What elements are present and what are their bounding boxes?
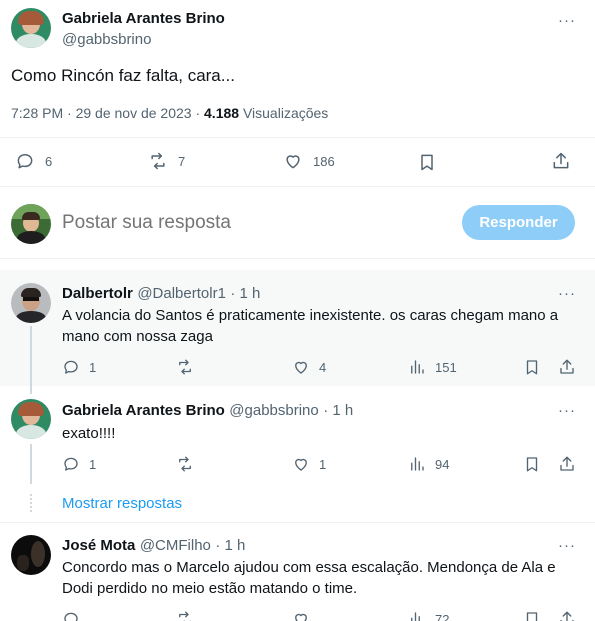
reply-count: 1: [89, 456, 97, 472]
thread-line: [30, 444, 32, 484]
reply-3-actions: 72: [0, 606, 595, 621]
show-replies-link[interactable]: Mostrar respostas: [62, 495, 182, 512]
divider: [0, 186, 595, 187]
repost-icon[interactable]: [176, 455, 194, 473]
like-count: 4: [319, 359, 327, 375]
more-options-icon[interactable]: ···: [558, 402, 576, 419]
divider: [0, 522, 595, 523]
bookmark-icon[interactable]: [523, 358, 541, 376]
heart-icon[interactable]: [292, 610, 310, 621]
post-timestamp[interactable]: 7:28 PM · 29 de nov de 2023 ·: [11, 105, 204, 121]
reply-1-like-action[interactable]: 4: [292, 358, 326, 376]
views-icon: [411, 360, 424, 374]
reply-2-text: exato!!!!: [62, 425, 116, 442]
thread-line: [30, 326, 32, 394]
divider: [0, 137, 595, 138]
reply-icon: [17, 154, 33, 169]
repost-action[interactable]: 7: [148, 151, 185, 171]
reply-icon[interactable]: [62, 610, 80, 621]
reply-3-handle[interactable]: @CMFilho: [140, 537, 211, 554]
author-handle[interactable]: @gabbsbrino: [62, 31, 151, 48]
views-icon: [411, 457, 424, 471]
reply-1-handle[interactable]: @Dalbertolr1: [137, 285, 226, 302]
reply-3-header: José Mota @CMFilho · 1 h: [62, 537, 245, 555]
reply-1-avatar[interactable]: [11, 283, 51, 323]
reply-icon: [64, 360, 78, 374]
reply-count: 6: [45, 153, 53, 169]
post-text: Como Rincón faz falta, cara...: [11, 66, 235, 85]
divider: [0, 258, 595, 259]
reply-2-time[interactable]: · 1 h: [323, 402, 353, 419]
reply-3-text: Concordo mas o Marcelo ajudou com essa e…: [62, 559, 556, 597]
bookmark-icon[interactable]: [417, 152, 437, 172]
like-action[interactable]: 186: [283, 151, 335, 171]
more-options-icon[interactable]: ···: [558, 12, 576, 29]
more-options-icon[interactable]: ···: [558, 537, 576, 554]
bookmark-icon[interactable]: [523, 610, 541, 621]
views-count: 151: [435, 359, 457, 375]
share-icon[interactable]: [551, 151, 571, 171]
repost-icon[interactable]: [176, 358, 194, 376]
reply-3-author[interactable]: José Mota: [62, 537, 135, 554]
views-count: 72: [435, 611, 450, 621]
reply-2-avatar[interactable]: [11, 399, 51, 439]
author-name[interactable]: Gabriela Arantes Brino: [62, 10, 225, 27]
repost-icon: [151, 152, 165, 170]
reply-2-like-action[interactable]: 1: [292, 455, 326, 473]
reply-2-views-action[interactable]: 94: [408, 455, 449, 473]
share-icon[interactable]: [558, 358, 576, 376]
thread-dots: [30, 494, 32, 512]
views-count: 4.188: [204, 105, 240, 121]
repost-icon[interactable]: [176, 610, 194, 621]
share-icon[interactable]: [558, 610, 576, 621]
author-avatar[interactable]: [11, 8, 51, 48]
more-options-icon[interactable]: ···: [558, 285, 576, 302]
user-avatar[interactable]: [11, 204, 51, 244]
reply-button[interactable]: Responder: [462, 205, 575, 240]
heart-icon: [295, 458, 307, 471]
reply-action[interactable]: 6: [15, 151, 52, 171]
reply-3-views-action[interactable]: 72: [408, 610, 449, 621]
reply-count: 1: [89, 359, 97, 375]
reply-2-author[interactable]: Gabriela Arantes Brino: [62, 402, 225, 419]
heart-icon: [286, 155, 300, 169]
reply-2-reply-action[interactable]: 1: [62, 455, 96, 473]
repost-count: 7: [178, 153, 186, 169]
reply-2-handle[interactable]: @gabbsbrino: [229, 402, 318, 419]
like-count: 186: [313, 153, 335, 169]
like-count: 1: [319, 456, 327, 472]
post-meta: 7:28 PM · 29 de nov de 2023 · 4.188 Visu…: [11, 105, 328, 121]
views-count: 94: [435, 456, 450, 472]
reply-1-text: A volancia do Santos é praticamente inex…: [62, 307, 559, 345]
views-label: Visualizações: [239, 105, 329, 121]
reply-1-views-action[interactable]: 151: [408, 358, 457, 376]
heart-icon: [295, 361, 307, 374]
reply-icon: [64, 457, 78, 471]
reply-1-author[interactable]: Dalbertolr: [62, 285, 133, 302]
reply-3-time[interactable]: · 1 h: [215, 537, 245, 554]
bookmark-icon[interactable]: [523, 455, 541, 473]
reply-1-header: Dalbertolr @Dalbertolr1 · 1 h: [62, 285, 260, 303]
reply-input[interactable]: [62, 208, 442, 238]
reply-1-time[interactable]: · 1 h: [230, 285, 260, 302]
reply-2-header: Gabriela Arantes Brino @gabbsbrino · 1 h: [62, 402, 353, 420]
reply-3-avatar[interactable]: [11, 535, 51, 575]
share-icon[interactable]: [558, 455, 576, 473]
reply-1-reply-action[interactable]: 1: [62, 358, 96, 376]
views-icon: [411, 612, 420, 621]
